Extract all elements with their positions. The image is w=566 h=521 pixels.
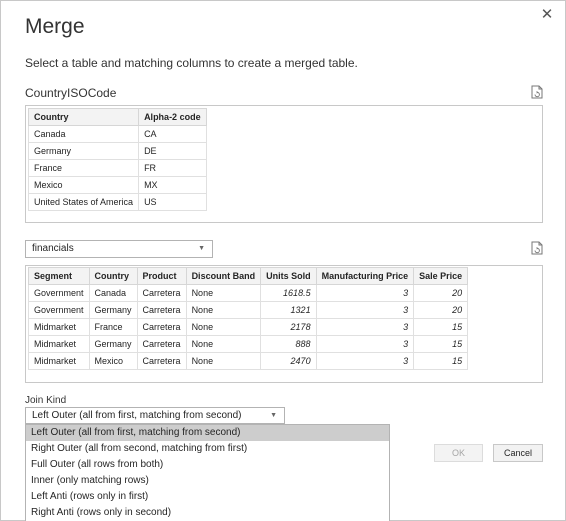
- column-header[interactable]: Manufacturing Price: [315, 267, 415, 285]
- table-cell: 15: [413, 335, 469, 353]
- cancel-button[interactable]: Cancel: [493, 444, 543, 462]
- table-row: Mexico MX: [27, 176, 207, 194]
- table-cell: DE: [138, 142, 207, 160]
- table-row: Midmarket France Carretera None 2178 3 15: [28, 318, 469, 336]
- table-cell: 1321: [260, 301, 317, 319]
- table-cell: Midmarket: [28, 335, 90, 353]
- column-header[interactable]: Segment: [28, 267, 90, 285]
- first-table-grid: Country Alpha-2 code Canada CA Germany DE Fra…: [27, 108, 207, 211]
- table-cell: MX: [138, 176, 207, 194]
- table-cell: Midmarket: [28, 352, 90, 370]
- table-cell: 3: [315, 301, 415, 319]
- table-cell: Mexico: [88, 352, 138, 370]
- refresh-icon[interactable]: [531, 241, 543, 255]
- table-row: Midmarket Germany Carretera None 888 3 15: [28, 335, 469, 353]
- first-table-preview: Country Alpha-2 code Canada CA Germany DE Fra…: [25, 105, 543, 223]
- table-cell: None: [185, 301, 262, 319]
- table-cell: 15: [413, 352, 469, 370]
- column-header[interactable]: Country: [88, 267, 138, 285]
- table-cell: 888: [260, 335, 317, 353]
- table-cell: Carretera: [136, 301, 187, 319]
- table-cell: Germany: [27, 142, 140, 160]
- table-row: Government Germany Carretera None 1321 3 20: [28, 301, 469, 319]
- table-cell: 1618.5: [260, 284, 317, 302]
- join-kind-select-value: Left Outer (all from first, matching fro…: [32, 410, 242, 421]
- join-kind-option[interactable]: Right Anti (rows only in second): [26, 505, 389, 521]
- table-row: United States of America US: [27, 193, 207, 211]
- table-cell: France: [27, 159, 140, 177]
- table-cell: Government: [28, 284, 90, 302]
- column-header[interactable]: Country: [27, 108, 140, 126]
- table-row: Government Canada Carretera None 1618.5 3 20: [28, 284, 469, 302]
- join-kind-option[interactable]: Full Outer (all rows from both): [26, 457, 389, 473]
- table-cell: 20: [413, 301, 469, 319]
- dialog-title: Merge: [25, 15, 85, 38]
- table-cell: Canada: [88, 284, 138, 302]
- chevron-down-icon: ▼: [270, 412, 277, 419]
- column-header[interactable]: Product: [136, 267, 187, 285]
- table-cell: 3: [315, 335, 415, 353]
- column-header[interactable]: Alpha-2 code: [138, 108, 207, 126]
- chevron-down-icon: ▼: [198, 245, 205, 252]
- table-cell: Carretera: [136, 318, 187, 336]
- table-cell: None: [185, 352, 262, 370]
- table-cell: FR: [138, 159, 207, 177]
- table-cell: 3: [315, 352, 415, 370]
- column-header[interactable]: Units Sold: [260, 267, 317, 285]
- join-kind-option[interactable]: Right Outer (all from second, matching f…: [26, 441, 389, 457]
- table-cell: Carretera: [136, 335, 187, 353]
- join-kind-select[interactable]: Left Outer (all from first, matching fro…: [25, 407, 285, 424]
- first-table-name: CountryISOCode: [25, 86, 117, 100]
- table-cell: None: [185, 335, 262, 353]
- second-table-select[interactable]: financials ▼: [25, 240, 213, 258]
- table-cell: Midmarket: [28, 318, 90, 336]
- table-cell: 20: [413, 284, 469, 302]
- second-table-select-value: financials: [32, 243, 74, 254]
- table-cell: Germany: [88, 301, 138, 319]
- merge-dialog: ✕ Merge Select a table and matching colu…: [0, 0, 566, 521]
- table-cell: 15: [413, 318, 469, 336]
- table-row: France FR: [27, 159, 207, 177]
- table-cell: CA: [138, 125, 207, 143]
- table-cell: 3: [315, 284, 415, 302]
- table-cell: Canada: [27, 125, 140, 143]
- table-cell: 2470: [260, 352, 317, 370]
- column-header[interactable]: Discount Band: [185, 267, 262, 285]
- table-cell: US: [138, 193, 207, 211]
- second-table-grid: Segment Country Product Discount Band Units …: [28, 267, 469, 370]
- table-cell: Government: [28, 301, 90, 319]
- table-cell: Germany: [88, 335, 138, 353]
- second-table-preview: Segment Country Product Discount Band Units …: [25, 265, 543, 383]
- table-cell: Carretera: [136, 284, 187, 302]
- table-cell: Mexico: [27, 176, 140, 194]
- table-cell: None: [185, 284, 262, 302]
- join-kind-option[interactable]: Inner (only matching rows): [26, 473, 389, 489]
- table-cell: 3: [315, 318, 415, 336]
- table-row: Germany DE: [27, 142, 207, 160]
- table-cell: None: [185, 318, 262, 336]
- close-icon[interactable]: ✕: [538, 5, 556, 23]
- refresh-icon[interactable]: [531, 85, 543, 99]
- ok-button[interactable]: OK: [434, 444, 483, 462]
- table-row: Canada CA: [27, 125, 207, 143]
- table-cell: France: [88, 318, 138, 336]
- table-cell: United States of America: [27, 193, 140, 211]
- table-row: Midmarket Mexico Carretera None 2470 3 15: [28, 352, 469, 370]
- join-kind-label: Join Kind: [25, 395, 67, 406]
- table-cell: Carretera: [136, 352, 187, 370]
- join-kind-option[interactable]: Left Anti (rows only in first): [26, 489, 389, 505]
- join-kind-option[interactable]: Left Outer (all from first, matching fro…: [26, 425, 389, 441]
- table-cell: 2178: [260, 318, 317, 336]
- dialog-subtitle: Select a table and matching columns to c…: [25, 56, 358, 70]
- column-header[interactable]: Sale Price: [413, 267, 469, 285]
- join-kind-options: Left Outer (all from first, matching fro…: [25, 424, 390, 521]
